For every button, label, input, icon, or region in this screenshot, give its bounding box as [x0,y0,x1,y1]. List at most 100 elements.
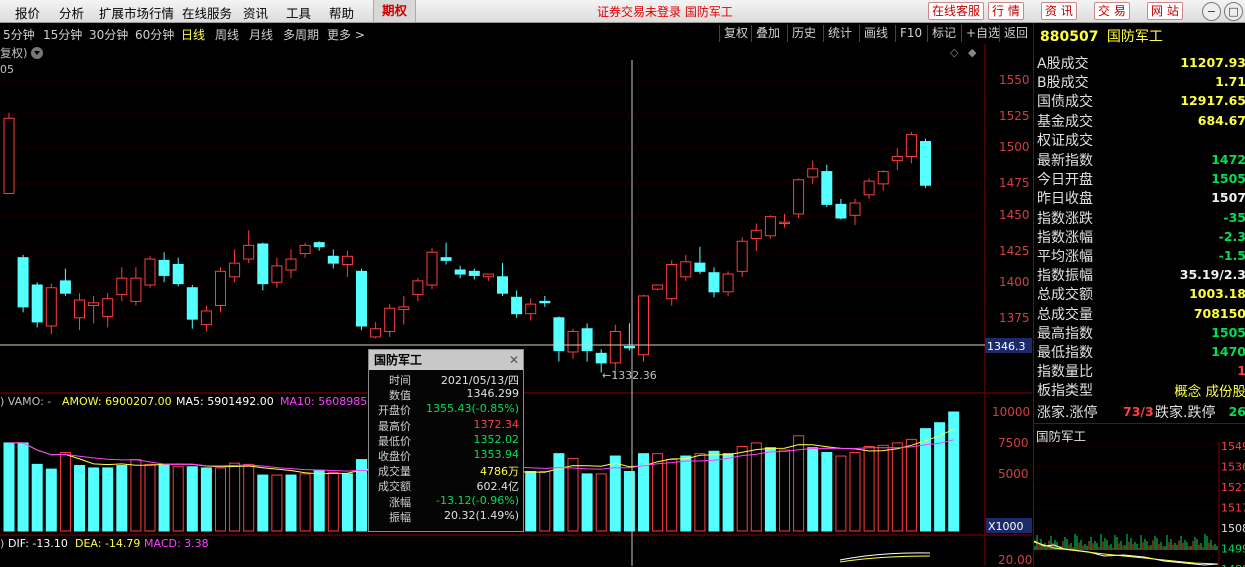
price-tick: 1375 [999,311,1030,325]
menu-item-help[interactable]: 帮助 [329,3,354,22]
volume-bar [327,472,339,532]
period-bar: 5分钟 15分钟 30分钟 60分钟 日线 周线 月线 多周期 更多 > 复权 … [0,23,1032,44]
price-tick: 1550 [999,73,1030,87]
news-button[interactable]: 资 讯 [1041,2,1077,20]
menu-item-options[interactable]: 期权 [373,0,417,22]
volume-bar [764,447,776,532]
stat-row: 指数振幅 35.19/2.3 [1036,265,1245,284]
diamond-icon[interactable]: ◇ [950,46,959,59]
up-count-value: 73/3 [1123,404,1154,419]
statistics-button[interactable]: 统计 [823,25,856,42]
candle-body [807,168,819,178]
tooltip-row: 振幅 20.32(1.49%) [369,509,523,524]
candle-body [59,280,71,294]
menu-item-online-service[interactable]: 在线服务 [182,3,232,22]
overlay-button[interactable]: 叠加 [751,25,784,42]
f10-button[interactable]: F10 [895,25,926,42]
options-icon[interactable]: ◆ [968,46,977,59]
candle-body [793,179,805,215]
stat-label: 最高指数 [1037,325,1093,342]
candle-body [581,328,593,352]
tooltip-row: 时间 2021/05/13/四 [369,372,523,387]
add-watchlist-button[interactable]: +自选 [961,25,1004,42]
period-60min[interactable]: 60分钟 [135,26,174,43]
period-15min[interactable]: 15分钟 [43,26,82,43]
tooltip-row-label: 成交量 [378,465,411,479]
period-weekly[interactable]: 周线 [215,26,239,43]
candle-body [680,261,692,278]
menu-item-extended-market[interactable]: 扩展市场行情 [99,3,174,22]
candle-body [652,284,664,290]
volume-bar [567,457,579,532]
candle-body [849,202,861,216]
vol-indicator-name: ) VAMO: - [0,395,51,408]
candle-body [3,117,15,194]
stat-value: 1472 [1211,152,1245,167]
volume-bar [299,473,311,532]
period-monthly[interactable]: 月线 [249,26,273,43]
candle-body [130,277,142,302]
stat-value: 1470 [1211,344,1245,359]
stat-value: -2.3 [1218,228,1245,244]
volume-bar [200,467,212,532]
macd-indicator-name: ) [0,537,4,550]
candle-body [821,171,833,205]
candle-body [468,270,480,276]
candle-body [553,317,565,352]
menu-item-analysis[interactable]: 分析 [59,3,84,22]
period-30min[interactable]: 30分钟 [89,26,128,43]
mini-price-tick: 1536 [1221,461,1245,474]
minimize-icon[interactable]: − [1202,2,1221,21]
volume-bar [666,459,678,532]
menu-item-quote[interactable]: 报价 [15,3,40,22]
low-price-annotation: ←1332.36 [602,369,657,382]
mini-price-tick: 1527 [1221,481,1245,494]
maximize-icon[interactable]: □ [1224,2,1243,21]
period-more[interactable]: 更多 > [327,26,365,43]
period-multi[interactable]: 多周期 [283,26,319,43]
back-button[interactable]: 返回 [999,25,1032,42]
menu-item-tools[interactable]: 工具 [286,3,311,22]
vol-ma10: MA10: 5608985.5 [280,395,378,408]
trade-button[interactable]: 交 易 [1094,2,1130,20]
quotes-button[interactable]: 行 情 [988,2,1024,20]
volume-bar [595,473,607,532]
mini-price-axis: 1549 1536 1527 1517 1508 1499 1489 [1221,440,1245,567]
volume-bar [116,465,128,532]
tooltip-row-value: 602.4亿 [476,480,520,494]
tooltip-row-value: 2021/05/13/四 [440,374,519,387]
volume-bar [271,474,283,532]
period-daily[interactable]: 日线 [181,26,205,43]
stat-label: 国债成交 [1037,94,1093,111]
volume-bar [74,465,85,532]
volume-bar [102,467,114,532]
price-tick: 1400 [999,275,1030,289]
draw-line-button[interactable]: 画线 [859,25,892,42]
stat-label: 指数涨幅 [1037,229,1093,246]
stat-value: 708150 [1193,305,1245,321]
candle-body [17,257,29,308]
stat-value: 684.67 [1197,112,1245,128]
vol-tick: 5000 [998,467,1029,481]
website-button[interactable]: 网 站 [1147,2,1183,20]
close-icon[interactable]: ✕ [509,350,519,370]
stat-label: 昨日收盘 [1037,191,1093,208]
volume-bar [750,442,762,532]
mini-avg-line [1034,541,1219,565]
adjust-button[interactable]: 复权 [719,25,752,42]
volume-bar [525,471,537,532]
history-button[interactable]: 历史 [787,25,820,42]
online-support-button[interactable]: 在线客服 [928,2,985,20]
price-tick: 1500 [999,140,1030,154]
volume-bar [807,447,819,532]
period-5min[interactable]: 5分钟 [3,26,35,43]
mini-chart[interactable]: 国防军工 1549153615271517150814991489 [1034,423,1245,567]
menu-item-info[interactable]: 资讯 [243,3,268,22]
stat-row: 最新指数 1472 [1036,150,1245,169]
candle-body [736,240,748,272]
candle-body [595,352,607,364]
candle-body [539,300,551,304]
mark-button[interactable]: 标记 [927,25,960,42]
info-panel: 880507 国防军工 A股成交 11207.93 B股成交 1.71 国债成交 1291… [1033,23,1245,567]
candle-body [144,258,156,286]
